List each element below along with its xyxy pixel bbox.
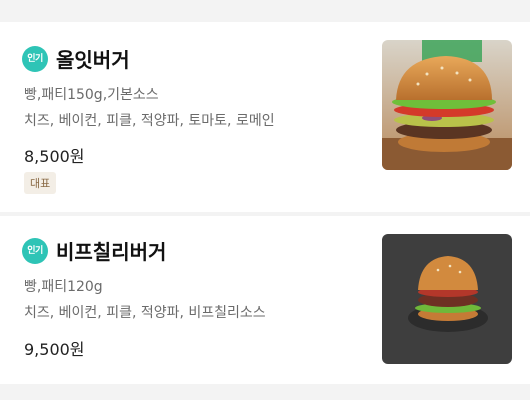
menu-item-name: 올잇버거 bbox=[56, 48, 130, 72]
burger-photo-icon[interactable] bbox=[382, 40, 512, 170]
menu-item-card[interactable]: 인기 올잇버거 빵,패티150g,기본소스 치즈, 베이컨, 피클, 적양파, … bbox=[0, 22, 530, 212]
menu-item-card[interactable]: 인기 비프칠리버거 빵,패티120g 치즈, 베이컨, 피클, 적양파, 비프칠… bbox=[0, 216, 530, 384]
menu-list: 인기 올잇버거 빵,패티150g,기본소스 치즈, 베이컨, 피클, 적양파, … bbox=[0, 0, 530, 400]
menu-item-description-line2: 치즈, 베이컨, 피클, 적양파, 토마토, 로메인 bbox=[24, 113, 275, 129]
menu-item-description-line2: 치즈, 베이컨, 피클, 적양파, 비프칠리소스 bbox=[24, 305, 266, 321]
menu-item-description-line1: 빵,패티150g,기본소스 bbox=[24, 87, 159, 103]
popular-badge: 인기 bbox=[22, 238, 48, 264]
burger-photo-icon[interactable] bbox=[382, 234, 512, 364]
popular-badge: 인기 bbox=[22, 46, 48, 72]
menu-item-name: 비프칠리버거 bbox=[56, 240, 167, 264]
menu-item-price: 9,500원 bbox=[24, 340, 85, 359]
signature-tag: 대표 bbox=[24, 172, 57, 194]
menu-item-price: 8,500원 bbox=[24, 147, 85, 166]
menu-item-description-line1: 빵,패티120g bbox=[24, 279, 103, 295]
